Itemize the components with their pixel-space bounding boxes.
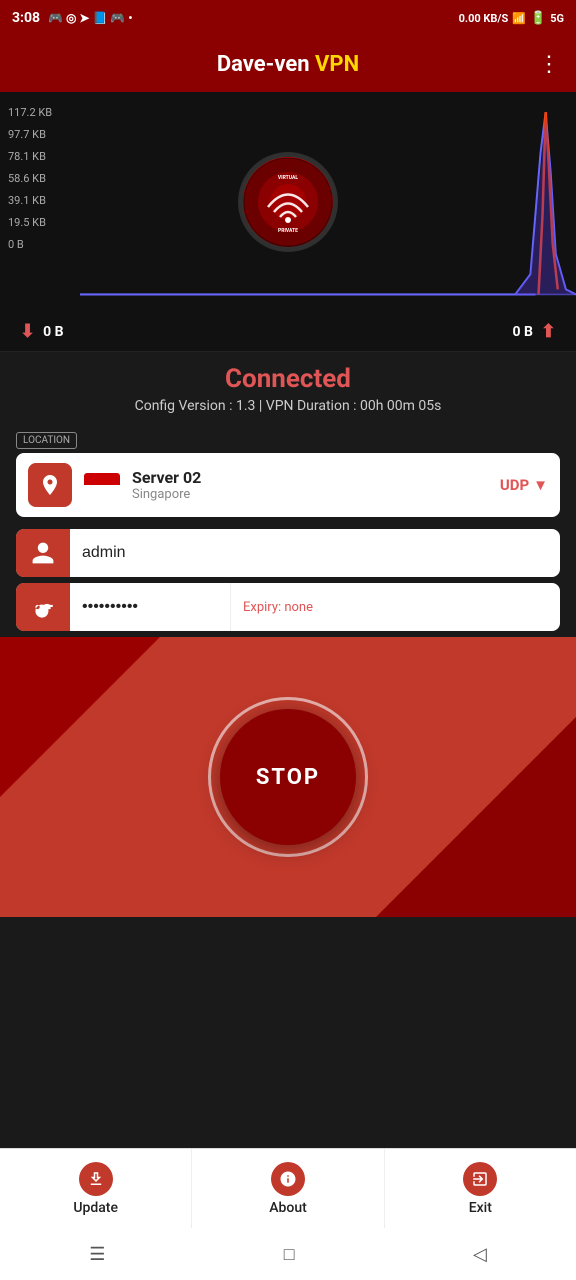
chart-labels: 117.2 KB 97.7 KB 78.1 KB 58.6 KB 39.1 KB…: [8, 102, 52, 256]
upload-value: 0 B: [512, 324, 532, 340]
vpn-duration: VPN Duration : 00h 00m 05s: [266, 398, 442, 414]
location-section: LOCATION Server 02 Singapore UDP ▼: [0, 422, 576, 523]
traffic-row: ⬇ 0 B 0 B ⬆: [0, 312, 576, 352]
chart-svg: [80, 92, 576, 312]
update-icon: [79, 1162, 113, 1196]
expiry-box: Expiry: none: [230, 583, 360, 631]
vpn-info: Config Version : 1.3 | VPN Duration : 00…: [0, 398, 576, 414]
menu-button[interactable]: ⋮: [538, 52, 560, 77]
exit-icon: [463, 1162, 497, 1196]
bottom-nav: Update About Exit: [0, 1148, 576, 1228]
about-icon: [271, 1162, 305, 1196]
upload-icon: ⬆: [541, 321, 556, 342]
status-bar: 3:08 🎮 ◎ ➤ 📘 🎮 • 0.00 KB/S 📶 🔋 5G: [0, 0, 576, 36]
server-name: Server 02: [132, 468, 488, 487]
bg-triangle-darker: [376, 717, 576, 917]
server-location: Singapore: [132, 487, 488, 502]
status-icons: 🎮 ◎ ➤ 📘 🎮 •: [48, 11, 133, 25]
status-right: 0.00 KB/S 📶 🔋 5G: [459, 11, 564, 26]
expiry-text: Expiry: none: [243, 600, 313, 615]
android-menu-btn[interactable]: ☰: [89, 1244, 105, 1265]
server-info: Server 02 Singapore: [132, 468, 488, 502]
chart-label-6: 97.7 KB: [8, 124, 52, 146]
username-field: [16, 529, 560, 577]
app-title-white: Dave-ven: [217, 52, 310, 77]
bg-triangle-dark: [0, 637, 160, 797]
nav-item-update[interactable]: Update: [0, 1149, 192, 1228]
wifi-icon: 📶: [512, 12, 526, 25]
stop-button-inner: STOP: [220, 709, 356, 845]
download-icon: ⬇: [20, 321, 35, 342]
android-back-btn[interactable]: ◁: [473, 1244, 487, 1265]
nav-item-about[interactable]: About: [192, 1149, 384, 1228]
chart-label-7: 117.2 KB: [8, 102, 52, 124]
key-icon-box: [16, 583, 70, 631]
user-icon-box: [16, 529, 70, 577]
stop-button-outer[interactable]: STOP: [208, 697, 368, 857]
chart-label-3: 39.1 KB: [8, 190, 52, 212]
download-value: 0 B: [43, 324, 63, 340]
android-nav: ☰ □ ◁: [0, 1228, 576, 1280]
username-input[interactable]: [70, 544, 560, 562]
protocol-selector[interactable]: UDP ▼: [500, 476, 548, 494]
android-home-btn[interactable]: □: [284, 1244, 295, 1265]
download-traffic: ⬇ 0 B: [20, 321, 64, 342]
about-label: About: [269, 1200, 307, 1216]
battery-icon: 🔋: [530, 11, 546, 26]
nav-item-exit[interactable]: Exit: [385, 1149, 576, 1228]
app-title: Dave-ven VPN: [217, 52, 359, 77]
auth-section: Expiry: none: [0, 523, 576, 637]
update-label: Update: [73, 1200, 118, 1216]
status-section: Connected Config Version : 1.3 | VPN Dur…: [0, 352, 576, 422]
header: Dave-ven VPN ⋮: [0, 36, 576, 92]
stop-button-label: STOP: [256, 765, 320, 790]
chart-label-4: 58.6 KB: [8, 168, 52, 190]
protocol-dropdown-icon: ▼: [533, 476, 548, 494]
server-icon-box: [28, 463, 72, 507]
chart-label-2: 19.5 KB: [8, 212, 52, 234]
time: 3:08: [12, 10, 40, 26]
chart-label-1: 0 B: [8, 234, 52, 256]
server-card[interactable]: Server 02 Singapore UDP ▼: [16, 453, 560, 517]
stop-button-wrapper: STOP: [208, 697, 368, 857]
action-area: STOP: [0, 637, 576, 917]
network-speed: 0.00 KB/S: [459, 12, 509, 25]
connection-status: Connected: [0, 364, 576, 394]
status-left: 3:08 🎮 ◎ ➤ 📘 🎮 •: [12, 10, 133, 26]
location-label: LOCATION: [16, 432, 77, 449]
chart-label-5: 78.1 KB: [8, 146, 52, 168]
app-title-yellow: VPN: [315, 52, 359, 77]
protocol-value: UDP: [500, 476, 529, 494]
password-input[interactable]: [70, 598, 230, 616]
upload-traffic: 0 B ⬆: [512, 321, 556, 342]
traffic-chart: 117.2 KB 97.7 KB 78.1 KB 58.6 KB 39.1 KB…: [0, 92, 576, 312]
config-version: Config Version : 1.3: [135, 398, 256, 414]
singapore-flag: [84, 473, 120, 497]
exit-label: Exit: [469, 1200, 492, 1216]
password-field: Expiry: none: [16, 583, 560, 631]
